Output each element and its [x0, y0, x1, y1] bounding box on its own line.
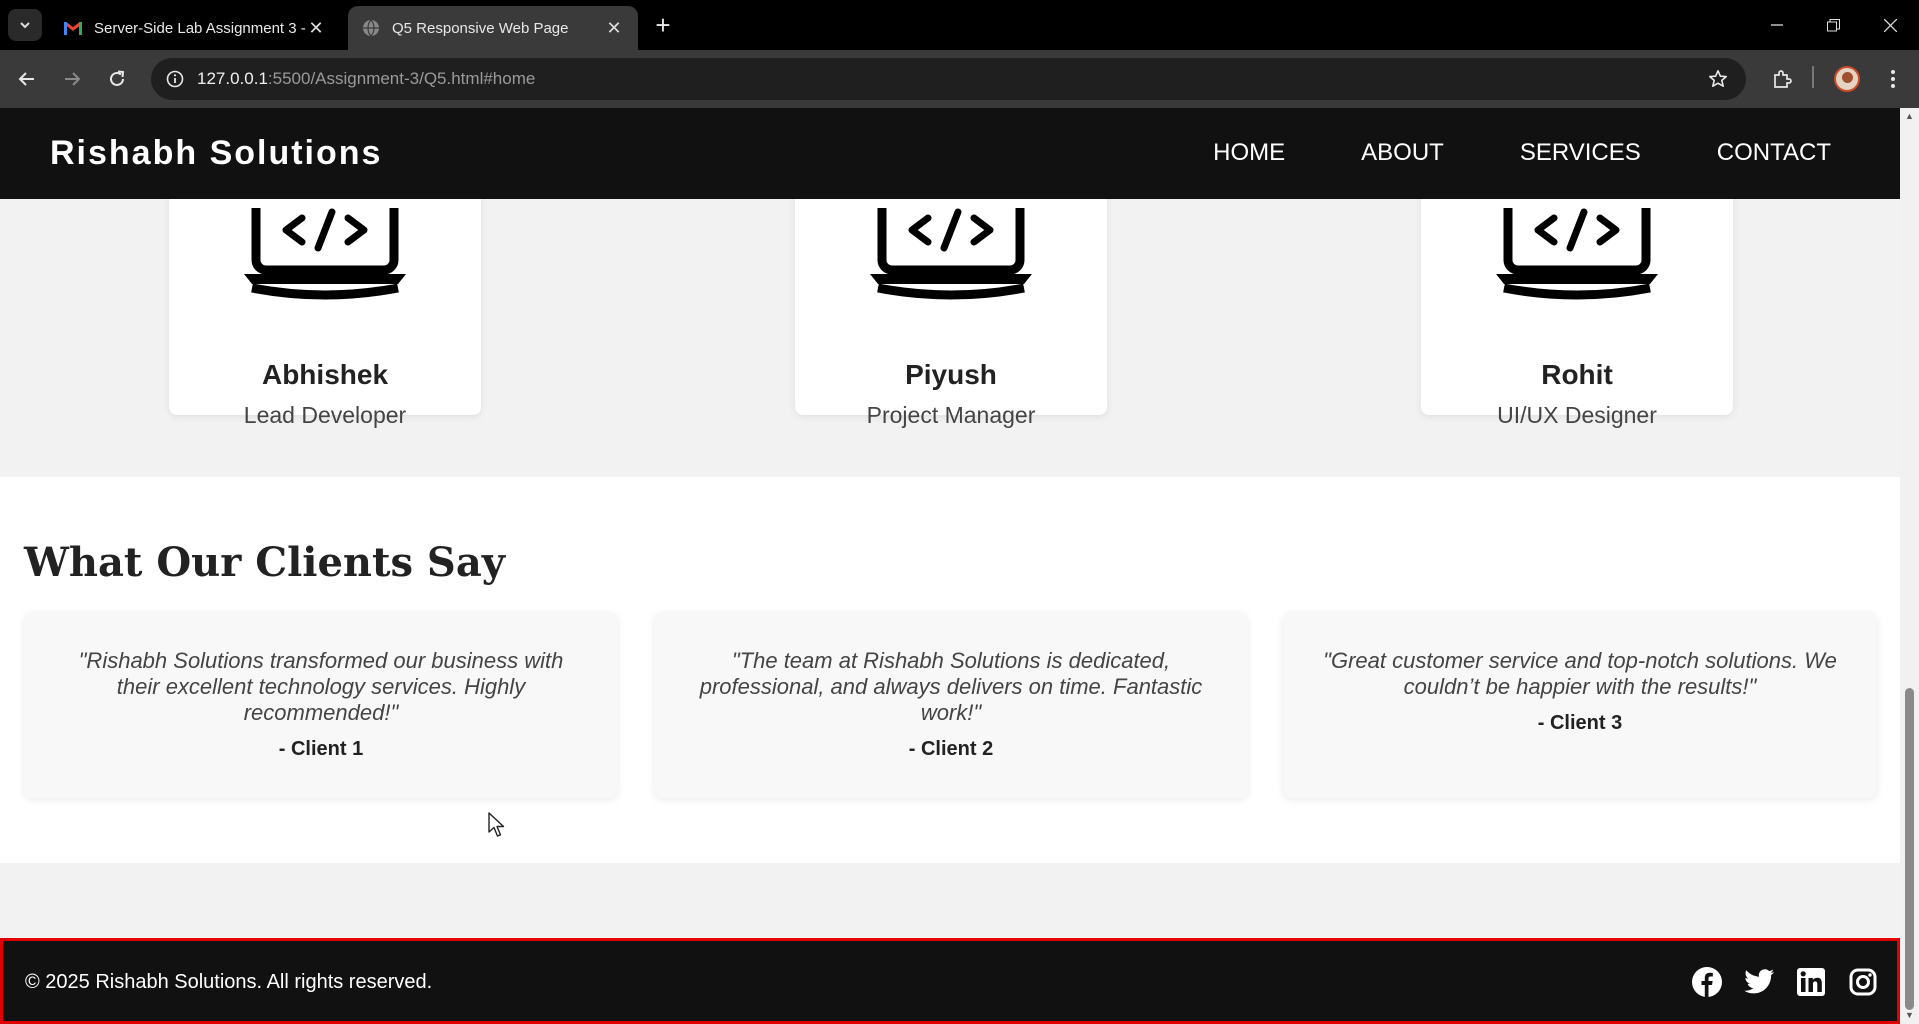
site-footer: © 2025 Rishabh Solutions. All rights res…	[0, 938, 1900, 1024]
nav-services[interactable]: SERVICES	[1520, 139, 1641, 167]
scrollbar-thumb[interactable]	[1905, 688, 1914, 1010]
member-role: Lead Developer	[243, 402, 407, 428]
extensions-icon[interactable]	[1765, 62, 1799, 96]
menu-dots-icon[interactable]	[1876, 62, 1910, 96]
testimonial-quote: "Rishabh Solutions transformed our busin…	[78, 648, 564, 725]
url-text[interactable]: 127.0.0.1:5500/Assignment-3/Q5.html#home	[197, 69, 535, 89]
testimonial-author: - Client 1	[278, 738, 364, 760]
clients-section: What Our Clients Say "Rishabh Solutions …	[0, 477, 1900, 863]
nav-home[interactable]: HOME	[1213, 139, 1285, 167]
testimonial-author: - Client 2	[908, 738, 994, 760]
testimonial-card: "Great customer service and top-notch so…	[1283, 612, 1877, 798]
site-info-icon[interactable]	[163, 67, 187, 91]
member-name: Abhishek	[261, 359, 389, 390]
profile-avatar[interactable]	[1830, 62, 1864, 96]
globe-icon	[362, 19, 380, 37]
laptop-code-icon	[870, 208, 1032, 300]
copyright-text: © 2025 Rishabh Solutions. All rights res…	[25, 971, 433, 993]
member-name: Piyush	[905, 359, 997, 390]
close-icon[interactable]: ✕	[604, 18, 624, 38]
address-bar[interactable]: 127.0.0.1:5500/Assignment-3/Q5.html#home	[151, 58, 1746, 100]
scroll-down-icon[interactable]: ▼	[1904, 1010, 1915, 1021]
tab-title: Server-Side Lab Assignment 3 -	[94, 19, 306, 37]
instagram-icon[interactable]	[1847, 966, 1879, 998]
linkedin-icon[interactable]	[1795, 966, 1827, 998]
chevron-down-icon	[20, 22, 30, 29]
tab-title: Q5 Responsive Web Page	[392, 19, 569, 37]
facebook-icon[interactable]	[1691, 966, 1723, 998]
testimonial-author: - Client 3	[1537, 712, 1623, 734]
site-brand[interactable]: Rishabh Solutions	[50, 134, 382, 173]
back-icon[interactable]	[10, 62, 44, 96]
site-header: Rishabh Solutions HOME ABOUT SERVICES CO…	[0, 108, 1900, 199]
url-path: :5500/Assignment-3/Q5.html#home	[267, 69, 536, 88]
forward-icon[interactable]	[55, 62, 89, 96]
browser-tab-bar: Server-Side Lab Assignment 3 - ✕ Q5 Resp…	[0, 0, 1919, 50]
nav-contact[interactable]: CONTACT	[1717, 139, 1831, 167]
window-close-icon[interactable]	[1862, 0, 1918, 50]
restore-icon[interactable]	[1805, 0, 1861, 50]
testimonial-card: "Rishabh Solutions transformed our busin…	[24, 612, 618, 798]
url-host: 127.0.0.1	[197, 69, 268, 88]
twitter-icon[interactable]	[1743, 966, 1775, 998]
browser-toolbar: 127.0.0.1:5500/Assignment-3/Q5.html#home	[0, 50, 1919, 108]
tab-q5[interactable]: Q5 Responsive Web Page ✕	[348, 6, 638, 50]
testimonial-quote: "Great customer service and top-notch so…	[1323, 648, 1837, 699]
minimize-icon[interactable]	[1749, 0, 1805, 50]
toolbar-divider	[1812, 66, 1814, 88]
main-nav: HOME ABOUT SERVICES CONTACT	[1213, 139, 1831, 167]
nav-about[interactable]: ABOUT	[1361, 139, 1444, 167]
new-tab-button[interactable]: +	[650, 12, 676, 38]
bookmark-star-icon[interactable]	[1706, 67, 1730, 91]
gmail-icon	[64, 19, 82, 37]
social-links	[1691, 966, 1879, 998]
scroll-up-icon[interactable]: ▲	[1904, 111, 1915, 122]
section-title: What Our Clients Say	[24, 539, 505, 586]
mouse-cursor-icon	[488, 812, 505, 837]
member-name: Rohit	[1541, 359, 1613, 390]
testimonial-quote: "The team at Rishabh Solutions is dedica…	[699, 648, 1203, 725]
reload-icon[interactable]	[100, 62, 134, 96]
member-role: UI/UX Designer	[1497, 402, 1657, 428]
tab-search-button[interactable]	[8, 9, 42, 41]
member-role: Project Manager	[866, 402, 1036, 428]
testimonial-card: "The team at Rishabh Solutions is dedica…	[654, 612, 1248, 798]
close-icon[interactable]: ✕	[306, 18, 326, 38]
tab-gmail[interactable]: Server-Side Lab Assignment 3 - ✕	[50, 6, 340, 50]
laptop-code-icon	[244, 208, 406, 300]
laptop-code-icon	[1496, 208, 1658, 300]
page-viewport: Abhishek Lead Developer Piyush Project M…	[0, 108, 1900, 1024]
